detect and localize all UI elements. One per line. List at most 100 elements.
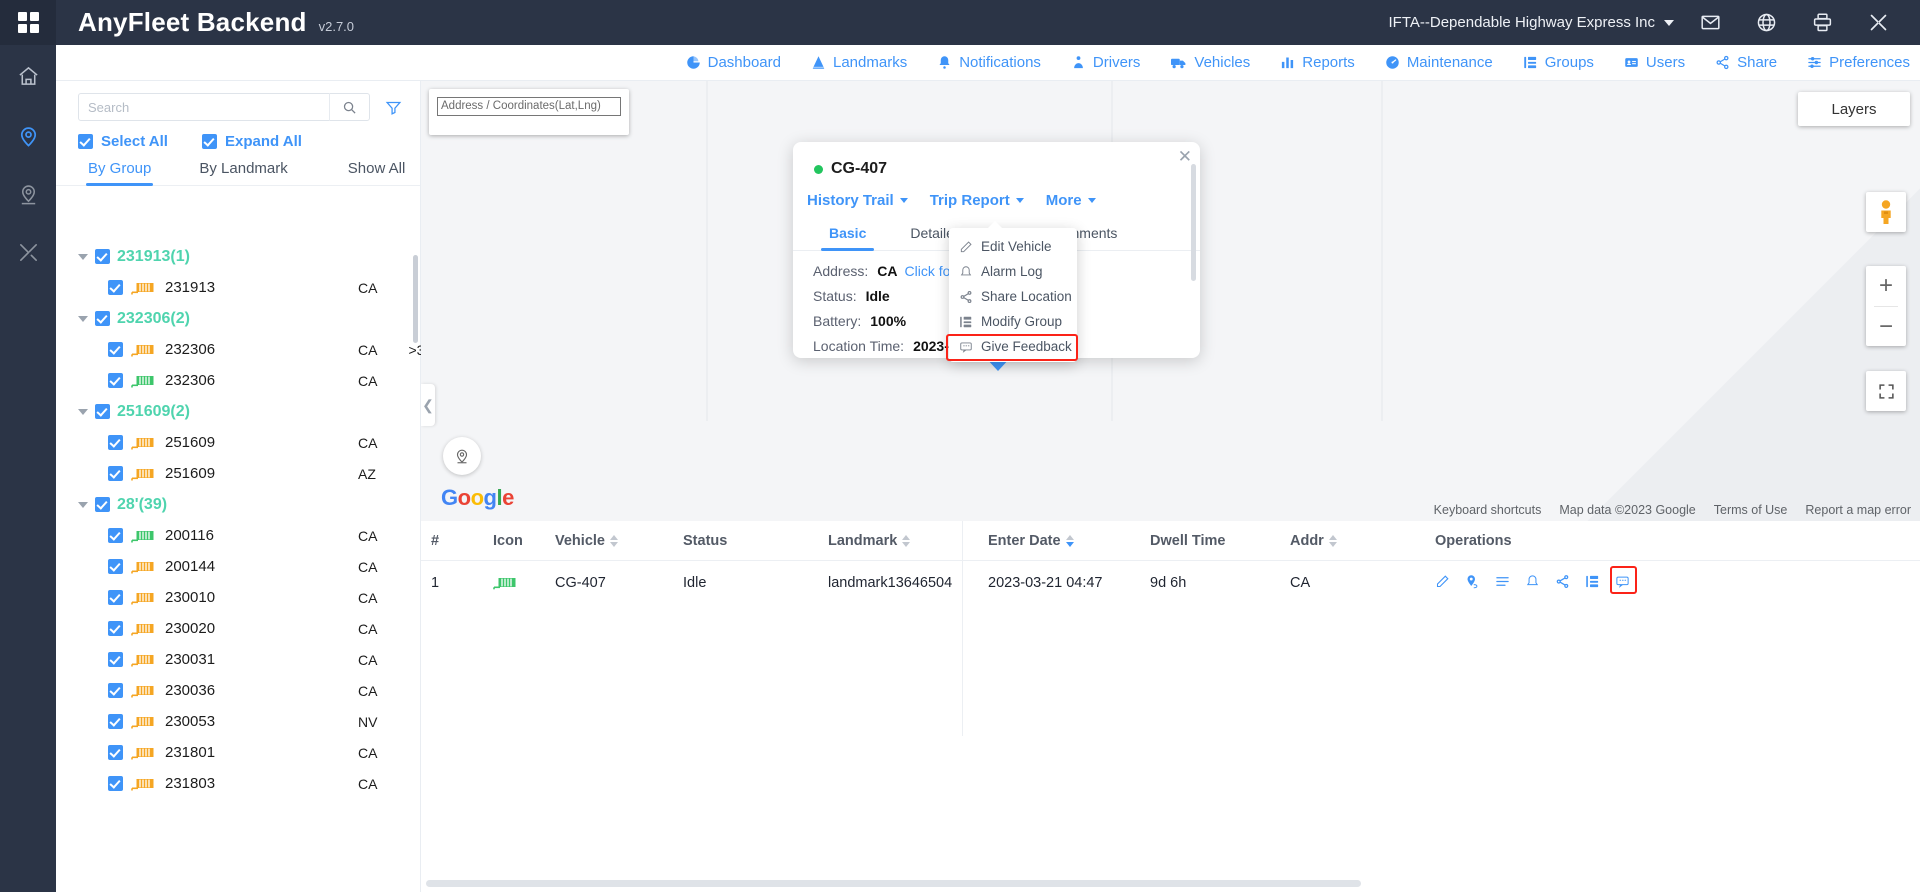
group-row[interactable]: 251609(2) <box>56 396 421 427</box>
op-alarm-bell-icon[interactable] <box>1525 574 1540 593</box>
group-checkbox[interactable] <box>95 497 110 512</box>
app-logo[interactable] <box>0 0 56 45</box>
address-input[interactable] <box>437 97 621 116</box>
table-horizontal-scrollbar[interactable] <box>426 880 1361 887</box>
nav-item-notifications[interactable]: Notifications <box>937 54 1041 71</box>
account-selector[interactable]: IFTA--Dependable Highway Express Inc <box>1389 14 1683 31</box>
col-vehicle[interactable]: Vehicle <box>555 533 683 549</box>
home-icon[interactable] <box>0 45 56 107</box>
expand-icon[interactable] <box>1850 0 1906 45</box>
tools-icon[interactable] <box>0 223 56 281</box>
sort-landmark-icon[interactable] <box>902 535 910 547</box>
op-feedback-icon[interactable] <box>1615 574 1630 593</box>
vehicle-checkbox[interactable] <box>108 621 123 636</box>
nav-item-preferences[interactable]: Preferences <box>1807 54 1910 71</box>
op-list-icon[interactable] <box>1495 574 1510 593</box>
vehicle-row[interactable]: 231913CA9d <box>56 272 421 303</box>
sort-addr-icon[interactable] <box>1329 535 1337 547</box>
group-checkbox[interactable] <box>95 311 110 326</box>
vehicle-row[interactable]: 251609AZ6d <box>56 458 421 489</box>
group-row[interactable]: 231913(1) <box>56 241 421 272</box>
op-share-icon[interactable] <box>1555 574 1570 593</box>
group-checkbox[interactable] <box>95 249 110 264</box>
table-row[interactable]: 1 CG-407 Idle landmark13646504 2023-03-2… <box>421 561 1920 605</box>
nav-item-landmarks[interactable]: Landmarks <box>811 54 907 71</box>
sort-vehicle-icon[interactable] <box>610 535 618 547</box>
my-location-icon[interactable] <box>443 437 481 475</box>
tab-by-group[interactable]: By Group <box>78 160 161 185</box>
sidebar-collapse-button[interactable]: ❮ <box>421 384 435 426</box>
nav-item-groups[interactable]: Groups <box>1523 54 1594 71</box>
nav-item-drivers[interactable]: Drivers <box>1071 54 1141 71</box>
search-icon[interactable] <box>329 93 369 121</box>
more-dropdown[interactable]: More <box>1046 192 1096 209</box>
popup-scrollbar[interactable] <box>1191 164 1196 281</box>
zoom-in-button[interactable]: + <box>1866 266 1906 306</box>
menu-item-give-feedback[interactable]: Give Feedback <box>949 334 1077 359</box>
op-modify-group-icon[interactable] <box>1585 574 1600 593</box>
chevron-down-icon[interactable] <box>78 502 88 508</box>
search-box[interactable] <box>78 93 370 121</box>
vehicle-row[interactable]: 231801CA9d <box>56 737 421 768</box>
mail-icon[interactable] <box>1682 0 1738 45</box>
col-landmark[interactable]: Landmark <box>828 533 988 549</box>
menu-item-edit-vehicle[interactable]: Edit Vehicle <box>949 234 1077 259</box>
nav-item-maintenance[interactable]: Maintenance <box>1385 54 1493 71</box>
vehicle-checkbox[interactable] <box>108 435 123 450</box>
address-search-box[interactable] <box>429 89 629 135</box>
keyboard-shortcuts-link[interactable]: Keyboard shortcuts <box>1425 503 1551 517</box>
nav-item-users[interactable]: Users <box>1624 54 1685 71</box>
vehicle-row[interactable]: 232306CA>30d <box>56 334 421 365</box>
location-pin-icon[interactable] <box>0 107 56 165</box>
chevron-down-icon[interactable] <box>78 254 88 260</box>
vehicle-checkbox[interactable] <box>108 528 123 543</box>
sidebar-scrollbar[interactable] <box>413 255 418 343</box>
vehicle-checkbox[interactable] <box>108 590 123 605</box>
menu-item-modify-group[interactable]: Modify Group <box>949 309 1077 334</box>
vehicle-row[interactable]: 230036CA9d <box>56 675 421 706</box>
vehicle-checkbox[interactable] <box>108 373 123 388</box>
vehicle-checkbox[interactable] <box>108 342 123 357</box>
printer-icon[interactable] <box>1794 0 1850 45</box>
vehicle-checkbox[interactable] <box>108 683 123 698</box>
fullscreen-icon[interactable] <box>1866 371 1906 411</box>
vehicle-checkbox[interactable] <box>108 559 123 574</box>
close-icon[interactable]: ✕ <box>1178 148 1192 165</box>
vehicle-checkbox[interactable] <box>108 745 123 760</box>
expand-all-checkbox[interactable] <box>202 134 217 149</box>
terms-of-use-link[interactable]: Terms of Use <box>1705 503 1797 517</box>
group-row[interactable]: 232306(2) <box>56 303 421 334</box>
vehicle-row[interactable]: 231803CA9d <box>56 768 421 799</box>
trip-report-dropdown[interactable]: Trip Report <box>930 192 1024 209</box>
op-track-pin-icon[interactable] <box>1465 574 1480 593</box>
vehicle-row[interactable]: 232306CA9d <box>56 365 421 396</box>
vehicle-checkbox[interactable] <box>108 466 123 481</box>
col-addr[interactable]: Addr <box>1290 533 1435 549</box>
geofence-pin-icon[interactable] <box>0 165 56 223</box>
zoom-out-button[interactable]: − <box>1866 307 1906 347</box>
menu-item-share-location[interactable]: Share Location <box>949 284 1077 309</box>
vehicle-row[interactable]: 230020CA6d <box>56 613 421 644</box>
vehicle-row[interactable]: 251609CA9d <box>56 427 421 458</box>
chevron-down-icon[interactable] <box>78 316 88 322</box>
layers-button[interactable]: Layers <box>1798 92 1910 126</box>
select-all-checkbox[interactable] <box>78 134 93 149</box>
search-input[interactable] <box>79 100 329 115</box>
vehicle-row[interactable]: 200144CA6d <box>56 551 421 582</box>
vehicle-row[interactable]: 200116CA9d <box>56 520 421 551</box>
col-enter-date[interactable]: Enter Date <box>988 533 1150 549</box>
vehicle-checkbox[interactable] <box>108 714 123 729</box>
select-all-label[interactable]: Select All <box>101 133 168 150</box>
menu-item-alarm-log[interactable]: Alarm Log <box>949 259 1077 284</box>
vehicle-row[interactable]: 230031CA9d <box>56 644 421 675</box>
nav-item-vehicles[interactable]: Vehicles <box>1170 54 1250 71</box>
chevron-down-icon[interactable] <box>78 409 88 415</box>
expand-all-label[interactable]: Expand All <box>225 133 302 150</box>
vehicle-row[interactable]: 230053NV6d <box>56 706 421 737</box>
vehicle-checkbox[interactable] <box>108 652 123 667</box>
sort-enter-date-icon[interactable] <box>1066 535 1074 547</box>
group-row[interactable]: 28'(39) <box>56 489 421 520</box>
op-edit-icon[interactable] <box>1435 574 1450 593</box>
group-checkbox[interactable] <box>95 404 110 419</box>
report-map-error-link[interactable]: Report a map error <box>1796 503 1920 517</box>
